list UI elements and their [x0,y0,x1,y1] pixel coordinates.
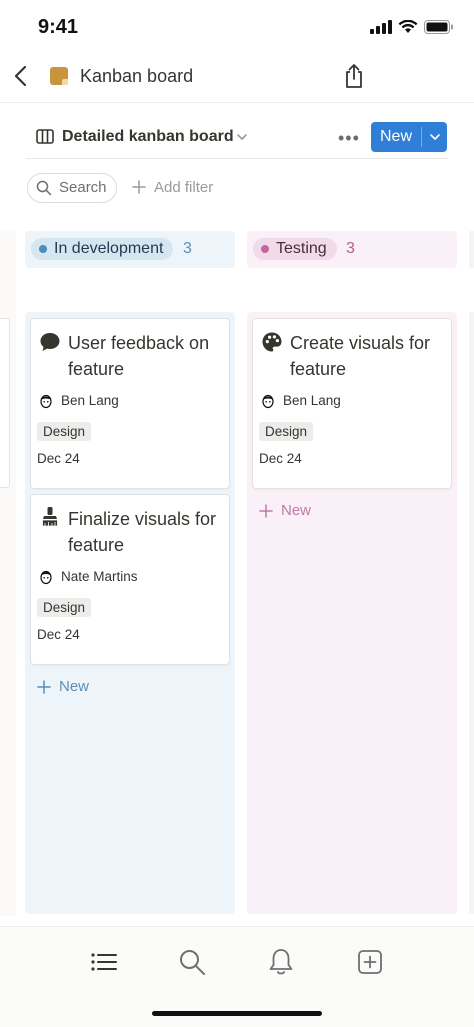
add-card-button[interactable]: New [259,502,311,519]
status-dot [261,245,269,253]
chevron-down-icon[interactable] [236,131,248,143]
column-count: 3 [183,240,192,257]
next-column-edge [469,312,474,914]
avatar [40,394,52,409]
card-assignee: Ben Lang [61,393,119,408]
wifi-icon [398,20,418,33]
column-name: In development [54,240,164,257]
card-tag: Design [37,422,92,441]
plus-icon [259,503,273,518]
search-button-label[interactable]: Search [59,179,107,196]
card-tag: Design [37,598,92,617]
new-button-label[interactable]: New [371,122,421,152]
card-assignee: Nate Martins [61,569,138,584]
add-card-label: New [281,502,312,519]
card-date: Dec 24 [37,627,80,642]
new-button[interactable]: New [371,122,447,152]
chevron-down-icon [429,134,440,140]
home-indicator [152,1011,322,1016]
card-title: Create visuals for feature [290,333,431,379]
new-page-icon[interactable] [355,947,385,977]
card-tag: Design [259,422,314,441]
page-title: Kanban board [80,66,194,86]
avatar [262,394,274,409]
list-icon[interactable] [89,947,119,977]
status-tag-testing: Testing [253,238,337,260]
plus-icon[interactable] [132,180,146,194]
add-filter-button[interactable]: Add filter [154,179,213,196]
share-icon[interactable] [342,62,366,90]
card-assignee: Ben Lang [283,393,341,408]
status-icons [370,20,454,34]
column-count: 3 [346,240,355,257]
palette-icon [262,332,282,352]
page-note-icon [50,67,68,85]
status-time: 9:41 [38,16,79,38]
battery-icon [424,20,453,34]
add-card-button[interactable]: New [37,678,89,695]
card-date: Dec 24 [37,451,80,466]
board-view-icon [36,129,54,144]
new-dropdown-button[interactable] [422,122,447,152]
cellular-signal-icon [370,20,392,34]
card-date: Dec 24 [259,451,302,466]
add-card-label: New [59,678,90,695]
bell-icon[interactable] [266,947,296,977]
card-title: Finalize visuals for feature [68,509,217,555]
plus-icon [37,679,51,694]
card-title: User feedback on feature [68,333,210,379]
speech-bubble-icon [40,333,60,351]
nav-header [0,52,474,103]
chevron-left-icon[interactable] [10,62,34,90]
status-tag-in-development: In development [31,238,174,260]
view-selector[interactable]: Detailed kanban board [62,128,234,146]
search-icon [36,180,52,196]
paintbrush-icon [42,507,58,527]
search-icon[interactable] [177,947,207,977]
status-dot [39,245,47,253]
avatar [40,570,52,585]
previous-column-card[interactable] [0,318,10,488]
more-options-button[interactable]: ••• [338,128,360,149]
next-column-header-edge [469,231,474,268]
column-name: Testing [276,240,327,257]
